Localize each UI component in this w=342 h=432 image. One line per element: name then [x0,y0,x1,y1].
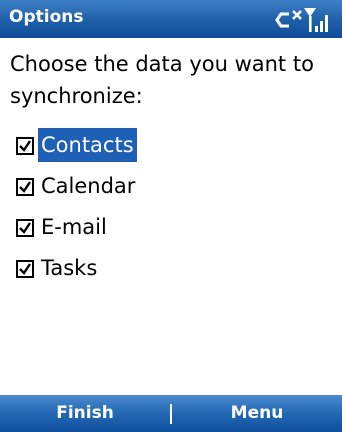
contacts-checkbox[interactable] [16,137,34,155]
list-item-tasks[interactable]: Tasks [16,250,316,291]
tasks-checkbox[interactable] [16,260,34,278]
finish-softkey[interactable]: Finish [0,395,170,432]
signal-strength-icon [304,8,328,32]
email-label: E-mail [41,215,107,239]
list-item-contacts[interactable]: Contacts [16,127,316,168]
title-bar: Options [0,0,342,38]
email-checkbox[interactable] [16,219,34,237]
list-item-calendar[interactable]: Calendar [16,168,316,209]
connectivity-icon [275,10,302,28]
softkey-bar: Finish Menu [0,395,342,432]
options-screen: Options Choose the data you want to sync… [0,0,342,432]
sync-data-list: Contacts Calendar E-mail Tasks [16,127,316,291]
tasks-label: Tasks [41,256,98,280]
list-item-email[interactable]: E-mail [16,209,316,250]
contacts-label: Contacts [38,128,137,162]
status-icons [275,4,333,34]
screen-title: Options [9,7,84,27]
calendar-label: Calendar [41,174,136,198]
sync-instructions: Choose the data you want to synchronize: [10,52,314,108]
menu-softkey[interactable]: Menu [172,395,342,432]
calendar-checkbox[interactable] [16,178,34,196]
